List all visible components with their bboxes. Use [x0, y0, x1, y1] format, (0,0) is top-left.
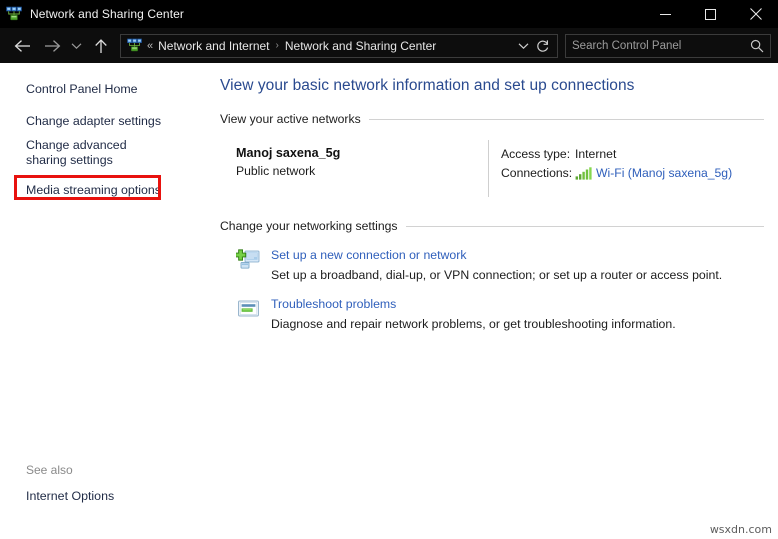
chevron-down-icon[interactable] [513, 35, 533, 57]
title-bar: Network and Sharing Center [0, 0, 778, 28]
maximize-button[interactable] [688, 0, 733, 28]
see-also-label: See also [26, 463, 206, 477]
access-type-row: Access type: Internet [501, 147, 778, 161]
task-title-set-up-new-connection[interactable]: Set up a new connection or network [271, 248, 722, 262]
search-box[interactable] [565, 34, 771, 58]
window-controls [643, 0, 778, 28]
task-body: Troubleshoot problems Diagnose and repai… [271, 296, 676, 331]
up-button[interactable] [86, 31, 116, 61]
sidebar-item-media-streaming-options[interactable]: Media streaming options [0, 180, 180, 201]
search-icon[interactable] [750, 39, 764, 53]
minimize-button[interactable] [643, 0, 688, 28]
navigation-bar: « Network and Internet › Network and Sha… [0, 28, 778, 63]
breadcrumb-item-network-and-sharing-center[interactable]: Network and Sharing Center [285, 39, 436, 53]
see-also-section: See also Internet Options [26, 463, 206, 503]
sidebar-item-change-advanced-sharing-settings[interactable]: Change advanced sharing settings [0, 135, 150, 171]
close-button[interactable] [733, 0, 778, 28]
network-profile-type: Public network [236, 164, 488, 178]
wifi-signal-icon [575, 167, 592, 180]
troubleshoot-icon [236, 297, 261, 322]
sidebar: Control Panel Home Change adapter settin… [0, 63, 218, 539]
connections-row: Connections: Wi-Fi (Manoj saxena_5g) [501, 166, 778, 180]
search-input[interactable] [572, 40, 750, 52]
window-title: Network and Sharing Center [30, 7, 184, 21]
access-type-value: Internet [575, 147, 616, 161]
section-rule [369, 119, 764, 120]
new-connection-icon [236, 248, 261, 273]
back-button[interactable] [7, 31, 37, 61]
network-sharing-center-window: Network and Sharing Center [0, 0, 778, 539]
forward-button[interactable] [37, 31, 67, 61]
section-header-networking-settings: Change your networking settings [220, 219, 778, 233]
task-troubleshoot-problems[interactable]: Troubleshoot problems Diagnose and repai… [236, 296, 778, 331]
watermark: wsxdn.com [710, 523, 772, 536]
task-body: Set up a new connection or network Set u… [271, 247, 722, 282]
active-network-identity: Manoj saxena_5g Public network [218, 146, 488, 202]
sidebar-item-change-adapter-settings[interactable]: Change adapter settings [0, 110, 180, 133]
task-description: Diagnose and repair network problems, or… [271, 317, 676, 331]
network-name: Manoj saxena_5g [236, 146, 488, 160]
address-network-icon [127, 38, 142, 53]
section-rule [406, 226, 765, 227]
sidebar-item-control-panel-home[interactable]: Control Panel Home [0, 79, 180, 100]
section-label: View your active networks [220, 112, 361, 126]
network-sharing-icon [6, 6, 22, 22]
active-network-details: Access type: Internet Connections: [489, 146, 778, 202]
active-network-row: Manoj saxena_5g Public network Access ty… [218, 146, 778, 202]
main-panel: View your basic network information and … [218, 63, 778, 539]
task-description: Set up a broadband, dial-up, or VPN conn… [271, 268, 722, 282]
breadcrumb-item-network-and-internet[interactable]: Network and Internet [158, 39, 269, 53]
recent-locations-button[interactable] [67, 31, 86, 61]
section-label: Change your networking settings [220, 219, 398, 233]
task-title-troubleshoot-problems[interactable]: Troubleshoot problems [271, 297, 676, 311]
access-type-label: Access type: [501, 147, 575, 161]
connection-link-wifi[interactable]: Wi-Fi (Manoj saxena_5g) [596, 166, 732, 180]
connections-label: Connections: [501, 166, 575, 180]
address-bar[interactable]: « Network and Internet › Network and Sha… [120, 34, 558, 58]
refresh-icon[interactable] [533, 35, 553, 57]
task-set-up-new-connection[interactable]: Set up a new connection or network Set u… [236, 247, 778, 282]
breadcrumb-separator: › [276, 40, 279, 51]
content-area: Control Panel Home Change adapter settin… [0, 63, 778, 539]
breadcrumb-overflow[interactable]: « [147, 40, 153, 52]
section-header-active-networks: View your active networks [220, 112, 778, 126]
see-also-item-internet-options[interactable]: Internet Options [26, 489, 206, 503]
page-title: View your basic network information and … [220, 77, 778, 95]
